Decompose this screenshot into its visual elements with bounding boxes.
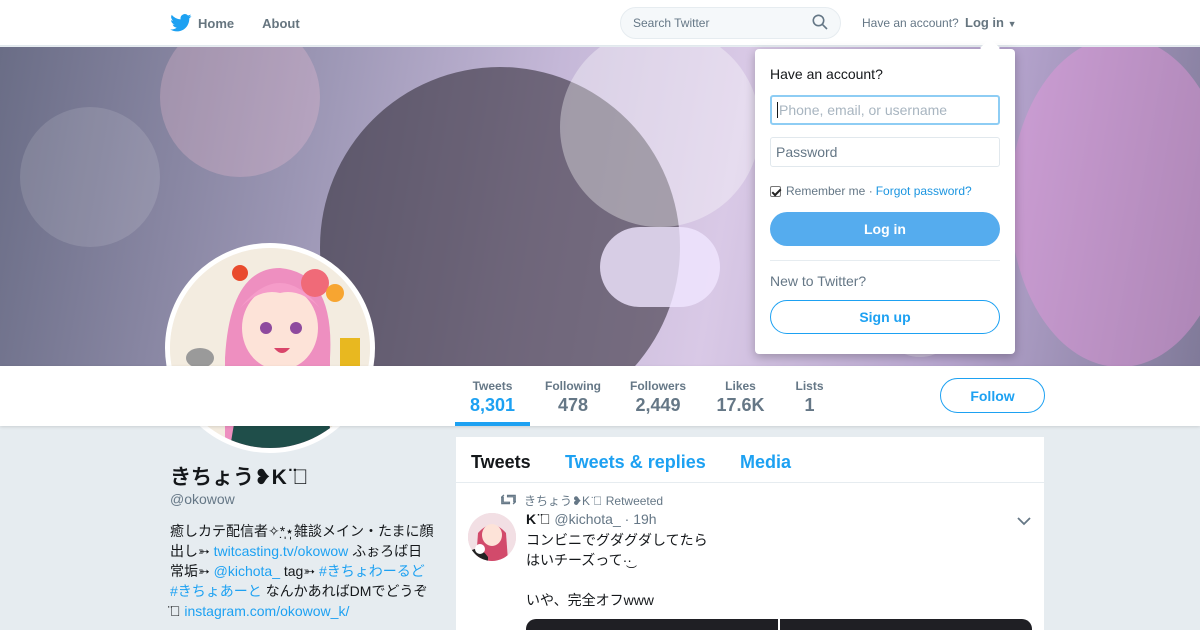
forgot-password-link[interactable]: Forgot password? bbox=[876, 184, 972, 198]
password-placeholder: Password bbox=[776, 144, 838, 160]
tab-tweets-replies[interactable]: Tweets & replies bbox=[565, 452, 706, 473]
signup-button[interactable]: Sign up bbox=[770, 300, 1000, 334]
tweet-header: K ̈⃝ @kichota_ · 19h bbox=[526, 511, 657, 527]
text-cursor bbox=[777, 102, 778, 118]
tweet-author-avatar[interactable] bbox=[468, 513, 516, 561]
remember-me-checkbox[interactable] bbox=[770, 185, 781, 197]
tweet-author-name[interactable]: K ̈⃝ bbox=[526, 511, 551, 527]
stat-likes[interactable]: Likes 17.6K bbox=[708, 366, 773, 426]
banner-bokeh bbox=[1010, 47, 1200, 366]
dropdown-title: Have an account? bbox=[770, 66, 883, 82]
tweet-text: コンビニでグダグダしてたら はいチーズって·͜· いや、完全オフwww bbox=[526, 532, 708, 608]
stat-value: 2,449 bbox=[635, 395, 681, 415]
stat-value: 8,301 bbox=[469, 395, 516, 415]
search-input[interactable]: Search Twitter bbox=[620, 7, 841, 39]
search-icon[interactable] bbox=[812, 14, 828, 33]
login-dropdown: Have an account? Phone, email, or userna… bbox=[755, 38, 1015, 354]
retweet-context: きちょう❥K ̈⃝ Retweeted bbox=[500, 492, 663, 509]
banner-bokeh bbox=[160, 47, 320, 177]
tab-media[interactable]: Media bbox=[740, 452, 791, 473]
nav-left: Home About bbox=[170, 0, 328, 46]
bio-text: tag➳ bbox=[279, 563, 319, 579]
tab-tweets[interactable]: Tweets bbox=[471, 452, 531, 473]
bio-hashtag-link[interactable]: #きちょわーるど bbox=[319, 563, 425, 579]
follow-button[interactable]: Follow bbox=[940, 378, 1045, 413]
timeline-tabs: Tweets Tweets & replies Media bbox=[456, 437, 1044, 483]
media-divider bbox=[778, 619, 780, 630]
login-dropdown-toggle[interactable]: Log in ▼ bbox=[965, 15, 1017, 30]
retweet-context-text[interactable]: きちょう❥K ̈⃝ Retweeted bbox=[524, 492, 663, 509]
profile-bio: 癒しカテ配信者✧*̣̩⋆̩雑談メイン・たまに顔出し➳ twitcasting.t… bbox=[170, 521, 435, 621]
password-field[interactable]: Password bbox=[770, 137, 1000, 167]
have-account-text: Have an account? bbox=[862, 16, 959, 30]
tweet-media[interactable] bbox=[526, 619, 1032, 630]
login-button[interactable]: Log in bbox=[770, 212, 1000, 246]
login-label: Log in bbox=[965, 15, 1004, 30]
nav-home-link[interactable]: Home bbox=[198, 16, 234, 31]
new-to-twitter-text: New to Twitter? bbox=[770, 273, 867, 289]
dropdown-divider bbox=[770, 260, 1000, 261]
caret-down-icon: ▼ bbox=[1007, 19, 1017, 29]
twitter-bird-icon[interactable] bbox=[170, 14, 192, 32]
profile-name: きちょう❥K ̈⃝ bbox=[170, 466, 309, 489]
stat-lists[interactable]: Lists 1 bbox=[786, 366, 833, 426]
stat-label: Likes bbox=[725, 379, 756, 393]
stat-followers[interactable]: Followers 2,449 bbox=[622, 366, 694, 426]
username-placeholder: Phone, email, or username bbox=[779, 102, 948, 118]
retweet-icon bbox=[500, 493, 517, 508]
stat-label: Followers bbox=[629, 379, 686, 393]
banner-bokeh bbox=[600, 227, 720, 307]
tweet-meta[interactable]: @kichota_ · 19h bbox=[551, 511, 656, 527]
remember-me-label[interactable]: Remember me · bbox=[786, 184, 873, 198]
banner-bokeh bbox=[20, 107, 160, 247]
bio-mention-link[interactable]: @kichota_ bbox=[214, 563, 280, 579]
stat-following[interactable]: Following 478 bbox=[538, 366, 608, 426]
search-placeholder: Search Twitter bbox=[633, 16, 710, 30]
chevron-down-icon[interactable] bbox=[1016, 513, 1032, 529]
stat-value: 478 bbox=[557, 395, 589, 415]
top-navigation-bar: Home About Search Twitter Have an accoun… bbox=[0, 0, 1200, 46]
stat-label: Following bbox=[545, 379, 601, 393]
stat-value: 17.6K bbox=[716, 395, 765, 415]
stat-label: Lists bbox=[795, 379, 824, 393]
remember-me-row: Remember me · Forgot password? bbox=[770, 184, 972, 198]
profile-handle[interactable]: @okowow bbox=[170, 491, 235, 507]
stat-tweets[interactable]: Tweets 8,301 bbox=[455, 366, 530, 426]
profile-nav-bar: Tweets 8,301 Following 478 Followers 2,4… bbox=[0, 366, 1200, 426]
bio-hashtag-link[interactable]: #きちょあーと bbox=[170, 583, 262, 599]
stat-value: 1 bbox=[804, 395, 815, 415]
nav-about-link[interactable]: About bbox=[262, 16, 300, 31]
username-field[interactable]: Phone, email, or username bbox=[770, 95, 1000, 125]
timeline: Tweets Tweets & replies Media きちょう❥K ̈⃝ … bbox=[456, 437, 1044, 630]
bio-link[interactable]: instagram.com/okowow_k/ bbox=[184, 603, 349, 619]
stat-label: Tweets bbox=[472, 379, 513, 393]
bio-link[interactable]: twitcasting.tv/okowow bbox=[214, 543, 349, 559]
